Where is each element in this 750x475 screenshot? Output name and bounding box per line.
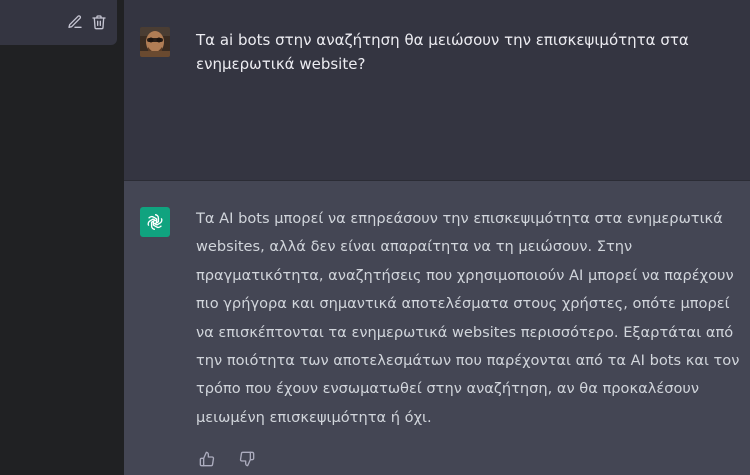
pencil-icon[interactable]	[66, 13, 84, 31]
user-message-text: Τα ai bots στην αναζήτηση θα μειώσουν τη…	[196, 31, 689, 73]
sidebar-conversation-item-active[interactable]	[0, 0, 117, 45]
sidebar	[0, 0, 124, 475]
conversation-panel: Τα ai bots στην αναζήτηση θα μειώσουν τη…	[124, 0, 750, 475]
trash-icon[interactable]	[90, 13, 108, 31]
user-message: Τα ai bots στην αναζήτηση θα μειώσουν τη…	[124, 0, 750, 181]
openai-logo-icon	[140, 207, 170, 237]
thumbs-down-icon[interactable]	[238, 450, 256, 468]
chat-app: Τα ai bots στην αναζήτηση θα μειώσουν τη…	[0, 0, 750, 475]
assistant-message-text: Τα AI bots μπορεί να επηρεάσουν την επισ…	[196, 210, 740, 426]
message-feedback	[198, 450, 256, 468]
thumbs-up-icon[interactable]	[198, 450, 216, 468]
assistant-message: Τα AI bots μπορεί να επηρεάσουν την επισ…	[124, 181, 750, 475]
user-avatar	[140, 27, 170, 57]
